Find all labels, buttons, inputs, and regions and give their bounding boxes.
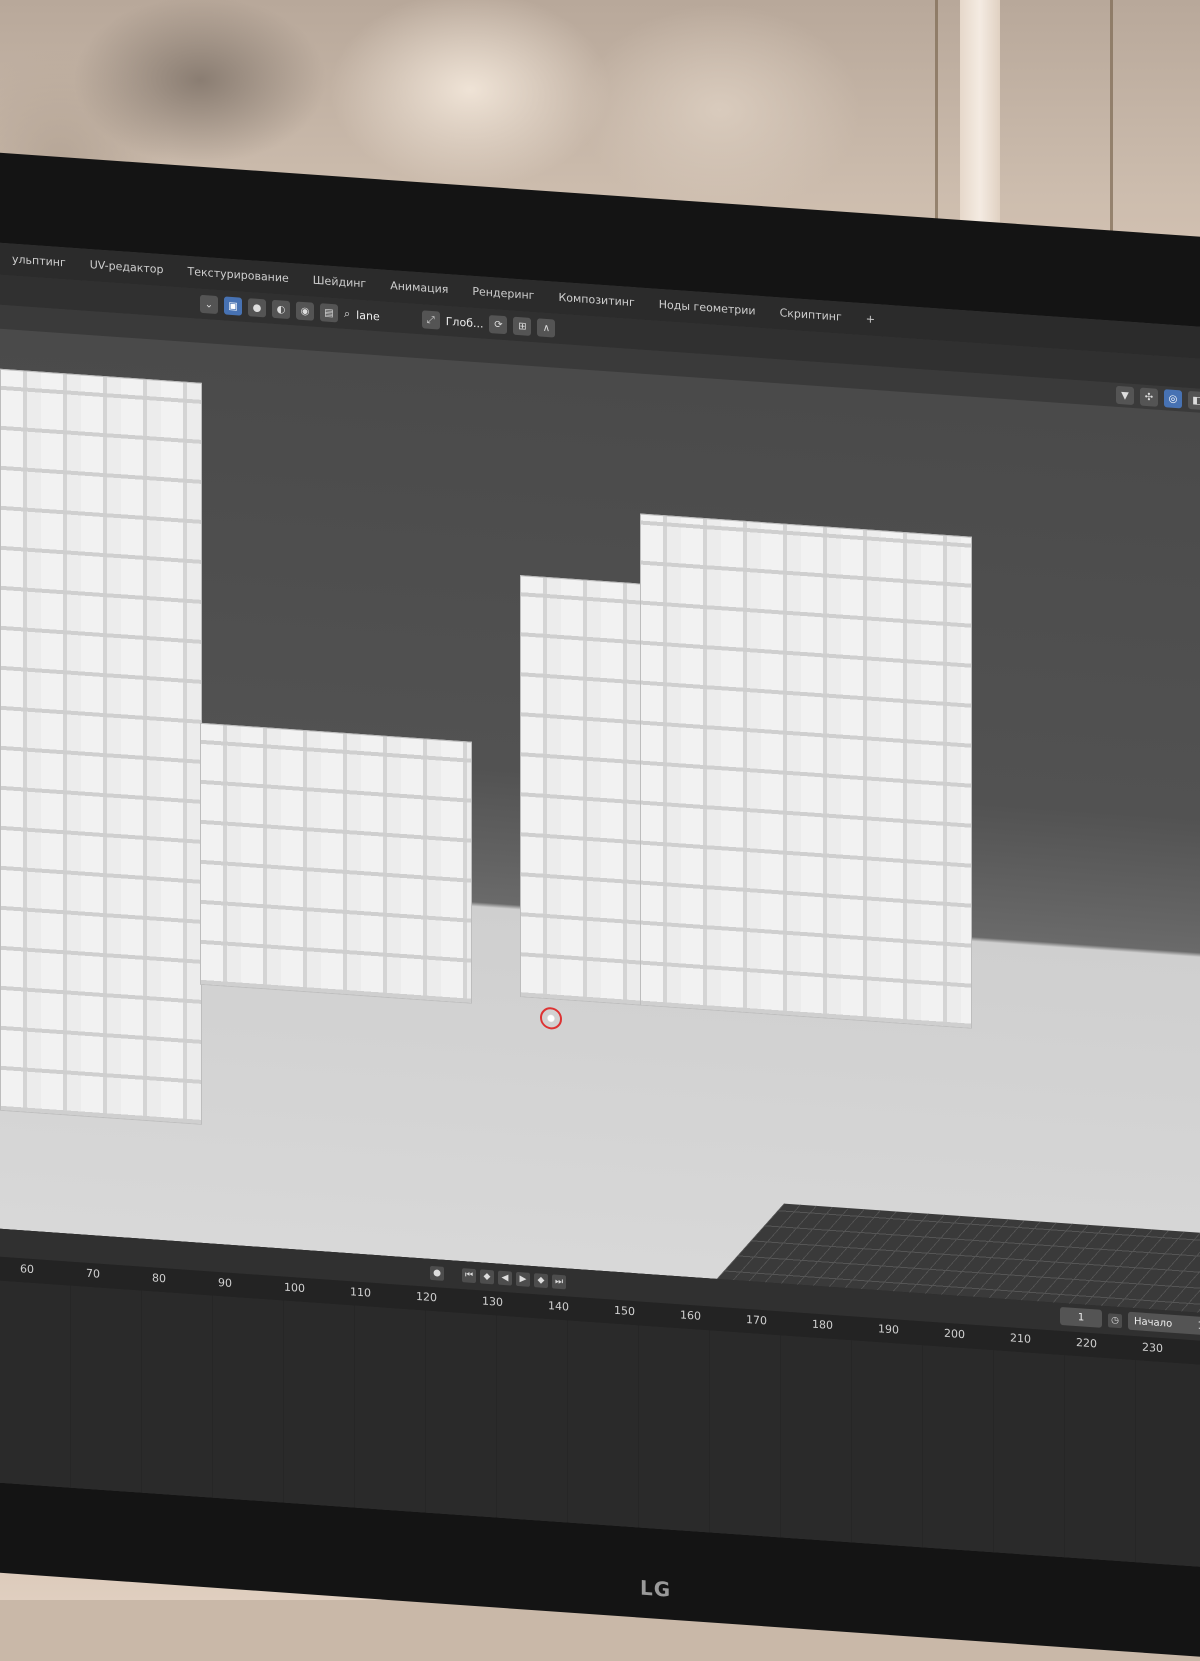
search-input[interactable]: lane <box>356 308 380 323</box>
3d-viewport[interactable] <box>0 328 1200 1434</box>
camera-icon[interactable]: ▤ <box>320 303 338 323</box>
timeline-tick-label: 190 <box>878 1322 899 1337</box>
building-left[interactable] <box>0 368 202 1125</box>
timeline-tick-label: 210 <box>1010 1331 1031 1346</box>
timeline-tick-label: 160 <box>680 1308 701 1323</box>
overlay-icon[interactable]: ◎ <box>1164 389 1182 409</box>
timeline-tick-label: 90 <box>218 1276 232 1291</box>
monitor-brand-logo: LG <box>640 1575 672 1602</box>
transform-orientation-select[interactable]: Глоб... <box>446 314 484 330</box>
building-tower-left[interactable] <box>520 575 642 1006</box>
context-menu-hint: Контекстное меню <box>6 1541 116 1562</box>
timeline-tick-label: 200 <box>944 1326 965 1342</box>
chevron-down-icon[interactable]: ⌄ <box>200 294 218 315</box>
stopwatch-icon[interactable]: ◷ <box>1108 1313 1122 1329</box>
jump-start-icon[interactable]: ⏮ <box>462 1268 476 1284</box>
prev-keyframe-icon[interactable]: ◆ <box>480 1269 494 1285</box>
timeline-tick-label: 180 <box>812 1317 833 1333</box>
3d-cursor-icon[interactable] <box>540 1006 562 1031</box>
timeline-tick-label: 100 <box>284 1280 305 1296</box>
timeline-tick-label: 80 <box>152 1271 166 1286</box>
gizmo-toggle-icon[interactable]: ✣ <box>1140 387 1158 407</box>
jump-end-icon[interactable]: ⏭ <box>552 1274 566 1290</box>
play-icon[interactable]: ▶ <box>516 1271 530 1287</box>
workspace-tab[interactable]: + <box>854 302 887 336</box>
blender-window: ульптинг UV-редактор Текстурирование Шейдин… <box>0 242 1200 1571</box>
timeline-tick-label: 130 <box>482 1294 503 1309</box>
timeline-tick-label: 170 <box>746 1312 767 1328</box>
workspace-tab[interactable]: Шейдинг <box>301 264 378 301</box>
play-reverse-icon[interactable]: ◀ <box>498 1270 512 1286</box>
timeline-tick-label: 230 <box>1142 1340 1163 1356</box>
filter-icon[interactable]: ▼ <box>1116 385 1134 406</box>
current-frame-field[interactable]: 1 <box>1060 1306 1102 1328</box>
next-keyframe-icon[interactable]: ◆ <box>534 1273 548 1289</box>
proportional-edit-icon[interactable]: ∧ <box>537 318 556 338</box>
timeline-tick-label: 60 <box>20 1262 34 1277</box>
record-icon[interactable]: ● <box>430 1265 444 1281</box>
timeline-tick-label: 110 <box>350 1285 371 1300</box>
building-tower-right[interactable] <box>640 513 972 1029</box>
object-mode-icon[interactable]: ▣ <box>224 296 242 316</box>
pivot-icon[interactable]: ⟳ <box>489 315 508 335</box>
workspace-tab[interactable]: ульптинг <box>0 243 78 280</box>
start-frame-field[interactable]: Начало 1 <box>1128 1311 1200 1336</box>
timeline-tick-label: 70 <box>86 1266 100 1281</box>
shading-material-icon[interactable]: ◐ <box>272 299 290 320</box>
timeline-tick-label: 140 <box>548 1299 569 1314</box>
shading-rendered-icon[interactable]: ◉ <box>296 301 314 321</box>
timeline-tick-label: 120 <box>416 1289 437 1305</box>
transform-orientation-icon[interactable]: ⤢ <box>421 310 440 330</box>
timeline-tick-label: 220 <box>1076 1336 1097 1351</box>
shading-solid-icon[interactable]: ● <box>248 298 266 318</box>
start-label: Начало <box>1134 1315 1173 1330</box>
monitor: ульптинг UV-редактор Текстурирование Шейдин… <box>0 150 1200 1661</box>
search-icon: ⌕ <box>344 306 351 321</box>
snap-icon[interactable]: ⊞ <box>513 316 532 336</box>
timeline-tick-label: 150 <box>614 1303 635 1319</box>
xray-icon[interactable]: ◧ <box>1188 390 1200 411</box>
building-middle[interactable] <box>200 722 472 1004</box>
